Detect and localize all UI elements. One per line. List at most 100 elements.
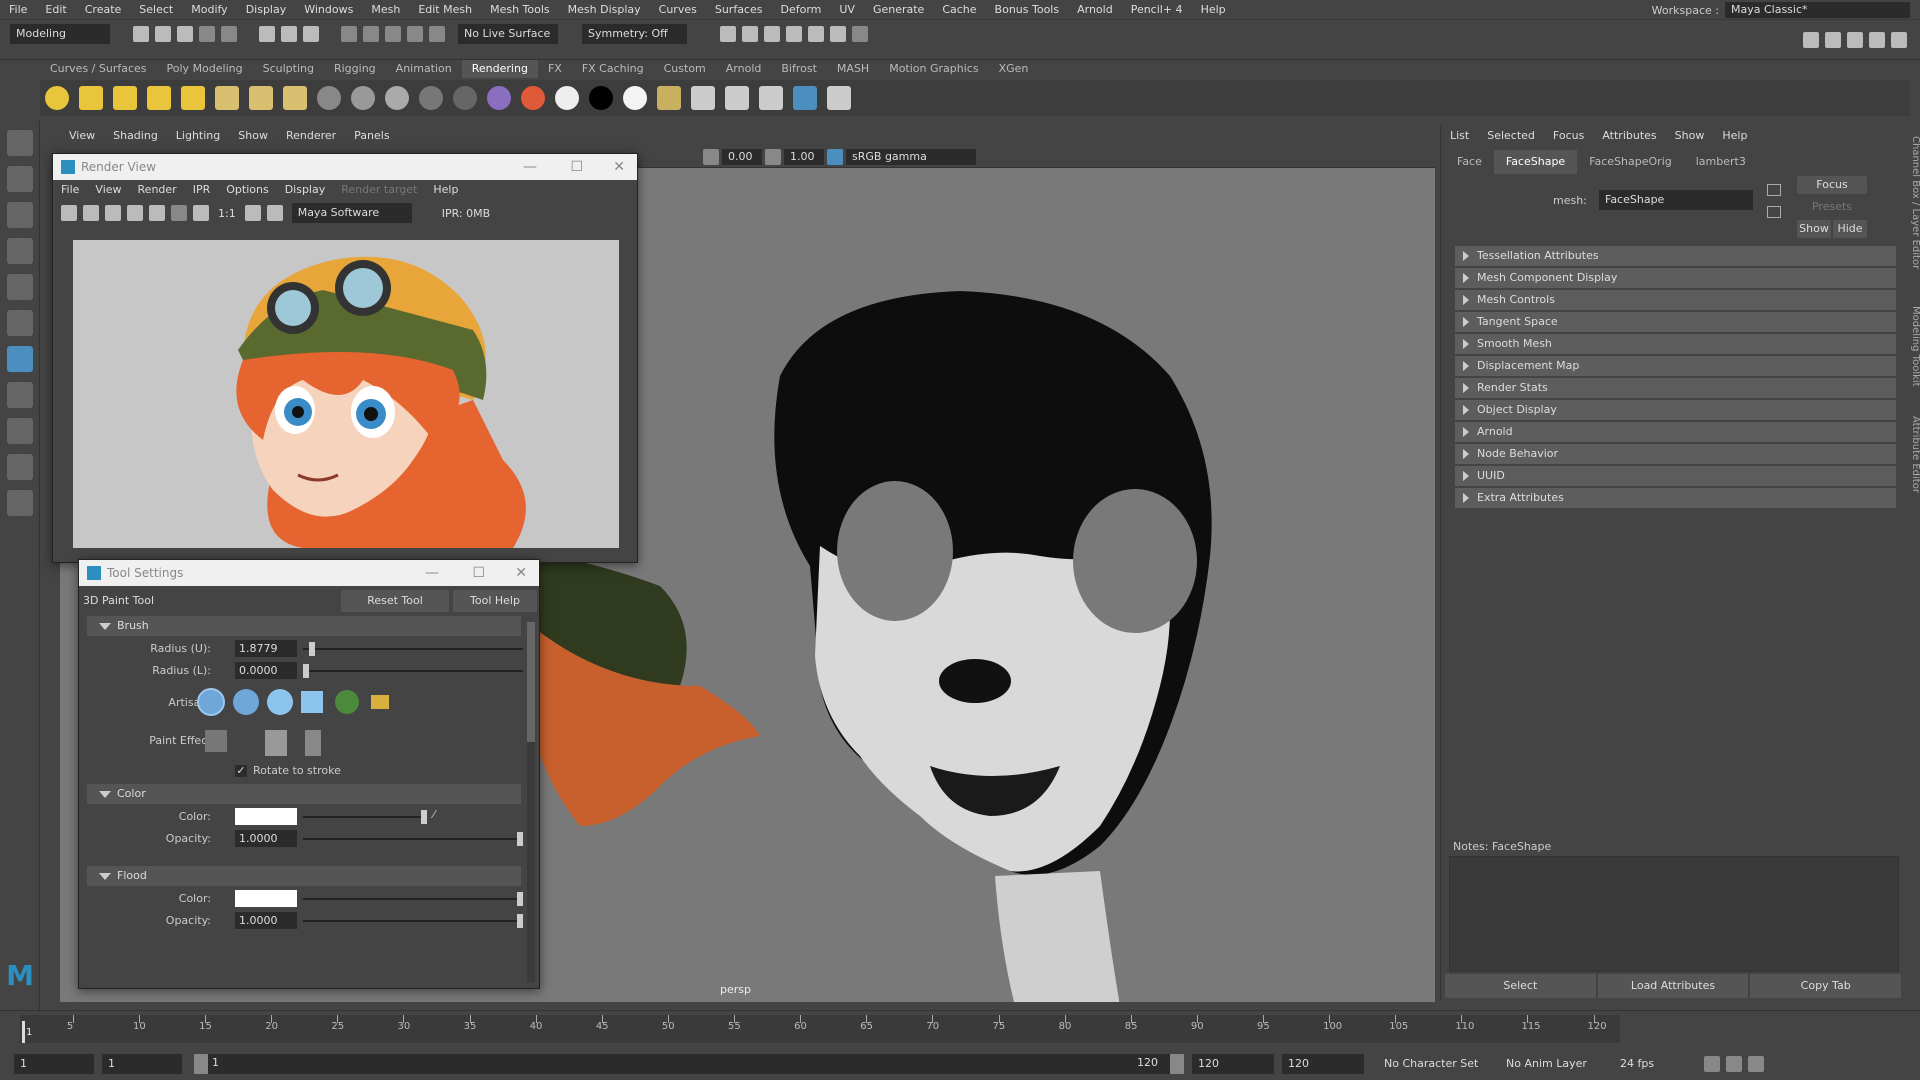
renderer-dropdown[interactable]: Maya Software	[291, 203, 412, 223]
brush-square-icon[interactable]	[301, 691, 323, 713]
paint-tool-icon[interactable]	[827, 86, 851, 110]
select-by-component-icon[interactable]	[303, 26, 319, 42]
paint-3d-icon[interactable]	[793, 86, 817, 110]
time-slider[interactable]: 5 10 15 20 25 30 35 40 45 50 55 60 65 70 75 80 85 90 95 100…	[0, 1010, 1920, 1046]
maximize-icon[interactable]: ☐	[472, 560, 485, 586]
tool-help-button[interactable]: Tool Help	[453, 590, 537, 612]
loop-icon[interactable]	[1704, 1056, 1720, 1072]
side-tab-channel-box[interactable]: Channel Box / Layer Editor	[1910, 136, 1920, 269]
shelf-tab-motion-graphics[interactable]: Motion Graphics	[879, 60, 988, 78]
presets-button[interactable]: Presets	[1797, 198, 1867, 216]
color-section-header[interactable]: Color	[87, 784, 521, 804]
workspace-selector[interactable]: Workspace : Maya Classic*	[1652, 2, 1910, 18]
menu-item-mesh-display[interactable]: Mesh Display	[559, 0, 650, 20]
show-button[interactable]: Show	[1797, 220, 1831, 238]
color-space-dropdown[interactable]: sRGB gamma	[846, 149, 976, 165]
shelf-tab-rigging[interactable]: Rigging	[324, 60, 386, 78]
paint-effects-brush-icon[interactable]	[205, 730, 227, 752]
section-render-stats[interactable]: Render Stats	[1455, 378, 1896, 398]
maximize-icon[interactable]: ☐	[570, 154, 583, 180]
live-surface-field[interactable]: No Live Surface	[458, 24, 558, 44]
exposure-icon[interactable]	[703, 149, 719, 165]
rotate-tool-icon[interactable]	[7, 274, 33, 300]
shelf-tab-sculpting[interactable]: Sculpting	[253, 60, 324, 78]
rotate-to-stroke-checkbox[interactable]: ✓	[235, 765, 247, 777]
display-rgb-icon[interactable]	[193, 205, 209, 221]
section-node-behavior[interactable]: Node Behavior	[1455, 444, 1896, 464]
minimize-icon[interactable]: —	[523, 154, 537, 180]
paint-effects-browser-icon[interactable]	[265, 730, 287, 756]
section-uuid[interactable]: UUID	[1455, 466, 1896, 486]
scale-tool-icon[interactable]	[7, 310, 33, 336]
uv-editor-icon[interactable]	[657, 86, 681, 110]
focus-button[interactable]: Focus	[1797, 176, 1867, 194]
new-scene-icon[interactable]	[133, 26, 149, 42]
render-view-menu-render-target[interactable]: Render target	[333, 180, 425, 200]
pause-icon[interactable]	[852, 26, 868, 42]
fps-dropdown[interactable]: 24 fps	[1614, 1054, 1694, 1074]
auto-key-icon[interactable]	[1726, 1056, 1742, 1072]
attr-menu-list[interactable]: List	[1441, 126, 1478, 146]
tool-settings-scrollbar[interactable]	[527, 622, 535, 982]
render-view-menu-file[interactable]: File	[53, 180, 87, 200]
attr-menu-focus[interactable]: Focus	[1544, 126, 1593, 146]
gamma-field[interactable]: 1.00	[784, 149, 824, 165]
attr-tab-faceshapeorig[interactable]: FaceShapeOrig	[1577, 150, 1684, 174]
brush-section-header[interactable]: Brush	[87, 616, 521, 636]
time-slider-track[interactable]: 5 10 15 20 25 30 35 40 45 50 55 60 65 70 75 80 85 90 95 100…	[20, 1015, 1620, 1043]
ipr-refresh-icon[interactable]	[127, 205, 143, 221]
section-tessellation-attributes[interactable]: Tessellation Attributes	[1455, 246, 1896, 266]
menu-item-windows[interactable]: Windows	[295, 0, 362, 20]
snap-curve-icon[interactable]	[363, 26, 379, 42]
current-time-marker[interactable]	[22, 1021, 25, 1043]
render-settings-icon[interactable]	[720, 26, 736, 42]
render-view-menu-help[interactable]: Help	[425, 180, 466, 200]
mode-dropdown[interactable]: Modeling	[10, 24, 110, 44]
attr-tab-lambert3[interactable]: lambert3	[1684, 150, 1758, 174]
viewport-menu-show[interactable]: Show	[229, 126, 277, 146]
white-material-icon[interactable]	[623, 86, 647, 110]
close-icon[interactable]: ✕	[613, 154, 625, 180]
paint-3d-tool-icon[interactable]	[7, 346, 33, 372]
attr-menu-selected[interactable]: Selected	[1478, 126, 1544, 146]
radius-u-field[interactable]: 1.8779	[235, 640, 297, 657]
menu-item-create[interactable]: Create	[76, 0, 131, 20]
section-mesh-controls[interactable]: Mesh Controls	[1455, 290, 1896, 310]
shelf-tab-animation[interactable]: Animation	[386, 60, 462, 78]
eyedropper-icon[interactable]: ⁄	[433, 808, 435, 821]
render-view-menu-display[interactable]: Display	[277, 180, 334, 200]
ambient-light-icon[interactable]	[45, 86, 69, 110]
opacity-slider[interactable]	[303, 832, 523, 846]
anim-layer-dropdown[interactable]: No Anim Layer	[1500, 1054, 1600, 1074]
fit-frame-icon[interactable]	[244, 205, 261, 221]
exposure-field[interactable]: 0.00	[722, 149, 762, 165]
menu-item-mesh[interactable]: Mesh	[362, 0, 409, 20]
menu-item-surfaces[interactable]: Surfaces	[706, 0, 772, 20]
two-view-layout-icon[interactable]	[7, 454, 33, 480]
reset-tool-button[interactable]: Reset Tool	[341, 590, 449, 612]
channel-box-icon[interactable]	[1891, 32, 1907, 48]
notes-textarea[interactable]	[1449, 856, 1899, 972]
attr-menu-help[interactable]: Help	[1713, 126, 1756, 146]
render-region-icon[interactable]	[83, 205, 99, 221]
range-end-field[interactable]: 120	[1192, 1054, 1274, 1074]
shelf-tab-poly-modeling[interactable]: Poly Modeling	[157, 60, 253, 78]
brush-gaussian-icon[interactable]	[197, 688, 225, 716]
single-view-layout-icon[interactable]	[7, 382, 33, 408]
menu-item-generate[interactable]: Generate	[864, 0, 933, 20]
attribute-editor-icon[interactable]	[1847, 32, 1863, 48]
section-object-display[interactable]: Object Display	[1455, 400, 1896, 420]
render-icon[interactable]	[691, 86, 715, 110]
point-light-icon[interactable]	[113, 86, 137, 110]
mesh-name-field[interactable]: FaceShape	[1599, 190, 1753, 210]
node-selection-icon[interactable]	[1767, 184, 1781, 196]
shelf-tab-bifrost[interactable]: Bifrost	[771, 60, 827, 78]
camera-icon[interactable]	[249, 86, 273, 110]
shelf-tab-arnold[interactable]: Arnold	[716, 60, 772, 78]
render-view-icon[interactable]	[786, 26, 802, 42]
menu-item-bonus-tools[interactable]: Bonus Tools	[986, 0, 1069, 20]
menu-item-file[interactable]: File	[0, 0, 36, 20]
shelf-tab-mash[interactable]: MASH	[827, 60, 879, 78]
outliner-layout-icon[interactable]	[7, 490, 33, 516]
shelf-tab-curves-surfaces[interactable]: Curves / Surfaces	[40, 60, 157, 78]
